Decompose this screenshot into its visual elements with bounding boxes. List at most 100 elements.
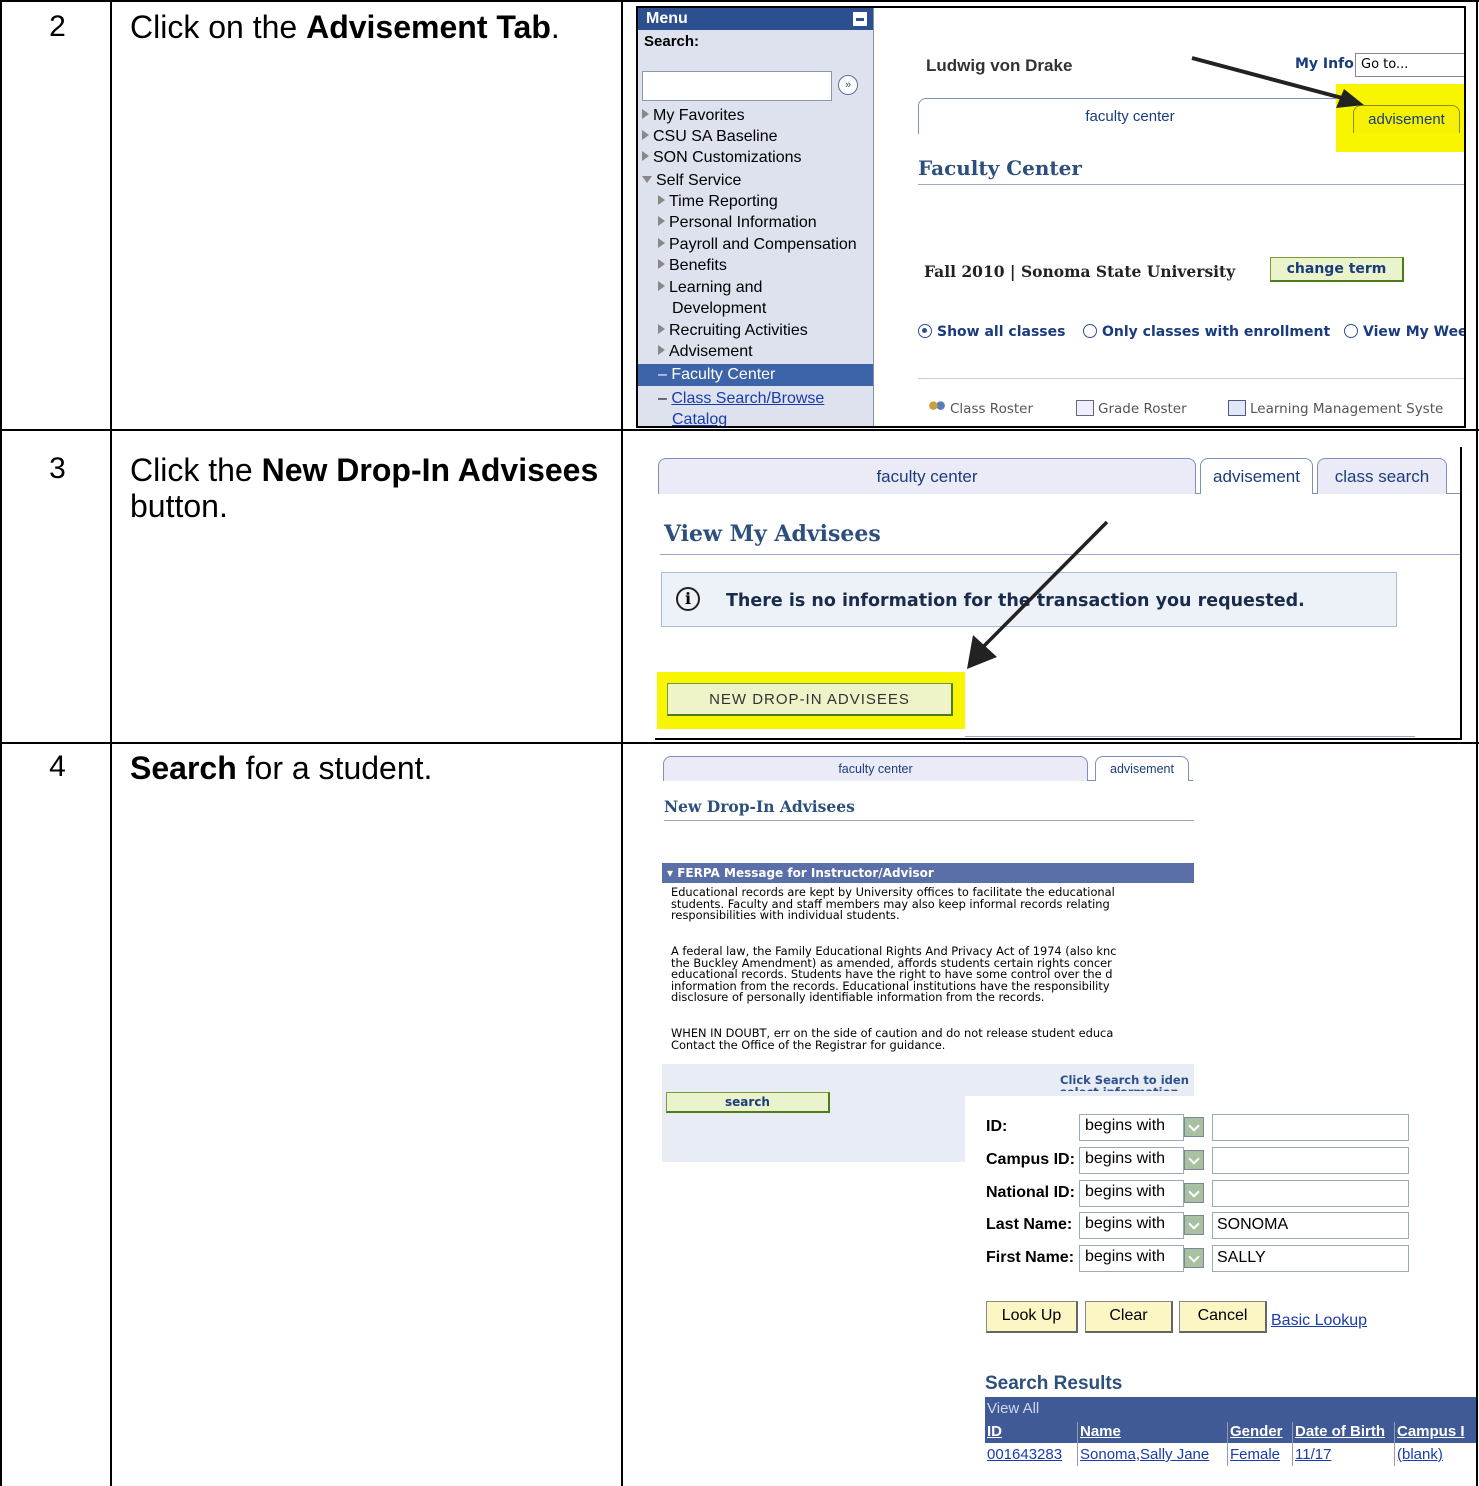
first-name-input[interactable]: SALLY — [1212, 1245, 1409, 1272]
menu-item[interactable]: Personal Information — [658, 213, 817, 233]
column-header[interactable]: Name — [1080, 1423, 1121, 1440]
step-number: 2 — [49, 10, 66, 43]
operator-select[interactable]: begins with — [1079, 1245, 1184, 1272]
tab-advisement[interactable]: advisement — [1095, 756, 1189, 781]
instruction-text: Click the — [130, 452, 262, 488]
minimize-icon[interactable] — [853, 12, 867, 26]
result-cell[interactable]: (blank) — [1397, 1446, 1443, 1463]
menu-item[interactable]: Payroll and Compensation — [658, 235, 857, 255]
tab-faculty-center[interactable]: faculty center — [663, 756, 1088, 781]
title-underline — [664, 820, 1194, 821]
menu-search-label: Search: — [644, 33, 700, 50]
operator-select[interactable]: begins with — [1079, 1212, 1184, 1239]
row-divider-2 — [0, 742, 1479, 744]
result-cell[interactable]: Sonoma,Sally Jane — [1080, 1446, 1209, 1463]
instruction-text: Click on the — [130, 9, 307, 45]
result-cell[interactable]: 001643283 — [987, 1446, 1062, 1463]
menu-item[interactable]: My Favorites — [642, 106, 745, 126]
chevron-down-icon[interactable] — [1184, 1215, 1204, 1235]
menu-search-input[interactable] — [642, 71, 832, 101]
menu-header: Menu — [638, 8, 873, 30]
people-icon — [928, 400, 946, 416]
instruction-text: button. — [130, 488, 228, 524]
grade-roster-legend: Grade Roster — [1076, 400, 1187, 417]
new-drop-in-advisees-button[interactable]: New Drop-In Advisees — [667, 683, 953, 716]
menu-item[interactable]: CSU SA Baseline — [642, 127, 778, 147]
step-instruction: Search for a student. — [130, 750, 610, 786]
cancel-button[interactable]: Cancel — [1179, 1301, 1267, 1333]
bottom-rule — [965, 736, 1415, 737]
col-sep — [1077, 1422, 1078, 1466]
grade-sheet-icon — [1076, 400, 1094, 416]
change-term-button[interactable]: change term — [1270, 257, 1404, 282]
tab-class-search[interactable]: class search — [1317, 458, 1447, 494]
national-id-input[interactable] — [1212, 1180, 1409, 1207]
field-label: National ID: — [986, 1184, 1075, 1201]
radio-enrollment[interactable]: Only classes with enrollment — [1083, 324, 1330, 340]
chevron-down-icon[interactable] — [1184, 1117, 1204, 1137]
table-border-top — [0, 0, 1479, 2]
menu-item[interactable]: SON Customizations — [642, 148, 802, 168]
menu-item[interactable]: Advisement — [658, 342, 753, 362]
menu-item-selected[interactable]: – Faculty Center — [638, 364, 873, 386]
basic-lookup-link[interactable]: Basic Lookup — [1271, 1312, 1367, 1330]
column-header[interactable]: ID — [987, 1423, 1002, 1440]
ferpa-header[interactable]: ▾ FERPA Message for Instructor/Advisor — [662, 863, 1194, 883]
screenshot-view-advisees: faculty center advisement class search V… — [655, 447, 1462, 740]
menu-item[interactable]: Benefits — [658, 256, 727, 276]
radio-icon — [1083, 324, 1097, 338]
pointer-arrow — [1191, 56, 1364, 108]
field-label: Last Name: — [986, 1216, 1073, 1233]
tab-faculty-center[interactable]: faculty center — [658, 458, 1196, 494]
radio-show-all[interactable]: Show all classes — [918, 324, 1065, 340]
menu-link-cont[interactable]: Catalog — [672, 410, 727, 426]
campus-id-input[interactable] — [1212, 1147, 1409, 1174]
screenshot-new-drop-in-advisees: faculty center advisement New Drop-In Ad… — [660, 752, 1476, 1484]
chevron-down-icon[interactable] — [1184, 1183, 1204, 1203]
ferpa-paragraph: A federal law, the Family Educational Ri… — [671, 944, 1117, 1005]
clear-button[interactable]: Clear — [1085, 1301, 1173, 1333]
step-instruction: Click on the Advisement Tab. — [130, 9, 610, 45]
chevron-down-icon[interactable] — [1184, 1248, 1204, 1268]
pointer-arrow — [967, 520, 1109, 669]
user-name: Ludwig von Drake — [926, 56, 1073, 75]
column-header[interactable]: Campus I — [1397, 1423, 1465, 1440]
step-number: 4 — [49, 750, 66, 783]
id-input[interactable] — [1212, 1114, 1409, 1141]
col-sep — [1227, 1422, 1228, 1466]
instruction-text: . — [550, 9, 560, 45]
result-cell[interactable]: 11/17 — [1295, 1446, 1331, 1463]
menu-item[interactable]: Self Service — [642, 171, 741, 191]
column-header[interactable]: Gender — [1230, 1423, 1283, 1440]
last-name-input[interactable]: SONOMA — [1212, 1212, 1409, 1239]
result-cell[interactable]: Female — [1230, 1446, 1280, 1463]
radio-icon — [1344, 324, 1358, 338]
instruction-bold: Search — [130, 750, 237, 786]
radio-icon — [918, 324, 932, 338]
tab-advisement[interactable]: advisement — [1353, 105, 1460, 133]
ferpa-paragraph: WHEN IN DOUBT, err on the side of cautio… — [671, 1026, 1114, 1052]
search-go-icon[interactable]: » — [838, 75, 858, 95]
menu-item[interactable]: Learning and — [658, 278, 762, 298]
operator-select[interactable]: begins with — [1079, 1180, 1184, 1207]
field-label: ID: — [986, 1118, 1008, 1135]
chevron-down-icon[interactable] — [1184, 1150, 1204, 1170]
search-button[interactable]: search — [666, 1092, 830, 1113]
menu-item-cont: Development — [672, 300, 767, 317]
menu-item[interactable]: Time Reporting — [658, 192, 778, 212]
radio-week[interactable]: View My Wee — [1344, 324, 1464, 340]
menu-item[interactable]: Recruiting Activities — [658, 321, 808, 341]
tab-advisement[interactable]: advisement — [1200, 458, 1313, 494]
menu-link[interactable]: – Class Search/Browse — [658, 389, 824, 409]
goto-select[interactable]: Go to... — [1355, 53, 1464, 77]
page-title: Faculty Center — [918, 156, 1082, 180]
step-number: 3 — [49, 452, 66, 485]
look-up-button[interactable]: Look Up — [986, 1301, 1078, 1333]
toolbar-separator — [918, 378, 1464, 379]
operator-select[interactable]: begins with — [1079, 1114, 1184, 1141]
column-header[interactable]: Date of Birth — [1295, 1423, 1385, 1440]
operator-select[interactable]: begins with — [1079, 1147, 1184, 1174]
instruction-bold: Advisement Tab — [306, 9, 551, 45]
step-instruction: Click the New Drop-In Advisees button. — [130, 452, 610, 524]
view-all-link[interactable]: View All — [987, 1400, 1039, 1417]
